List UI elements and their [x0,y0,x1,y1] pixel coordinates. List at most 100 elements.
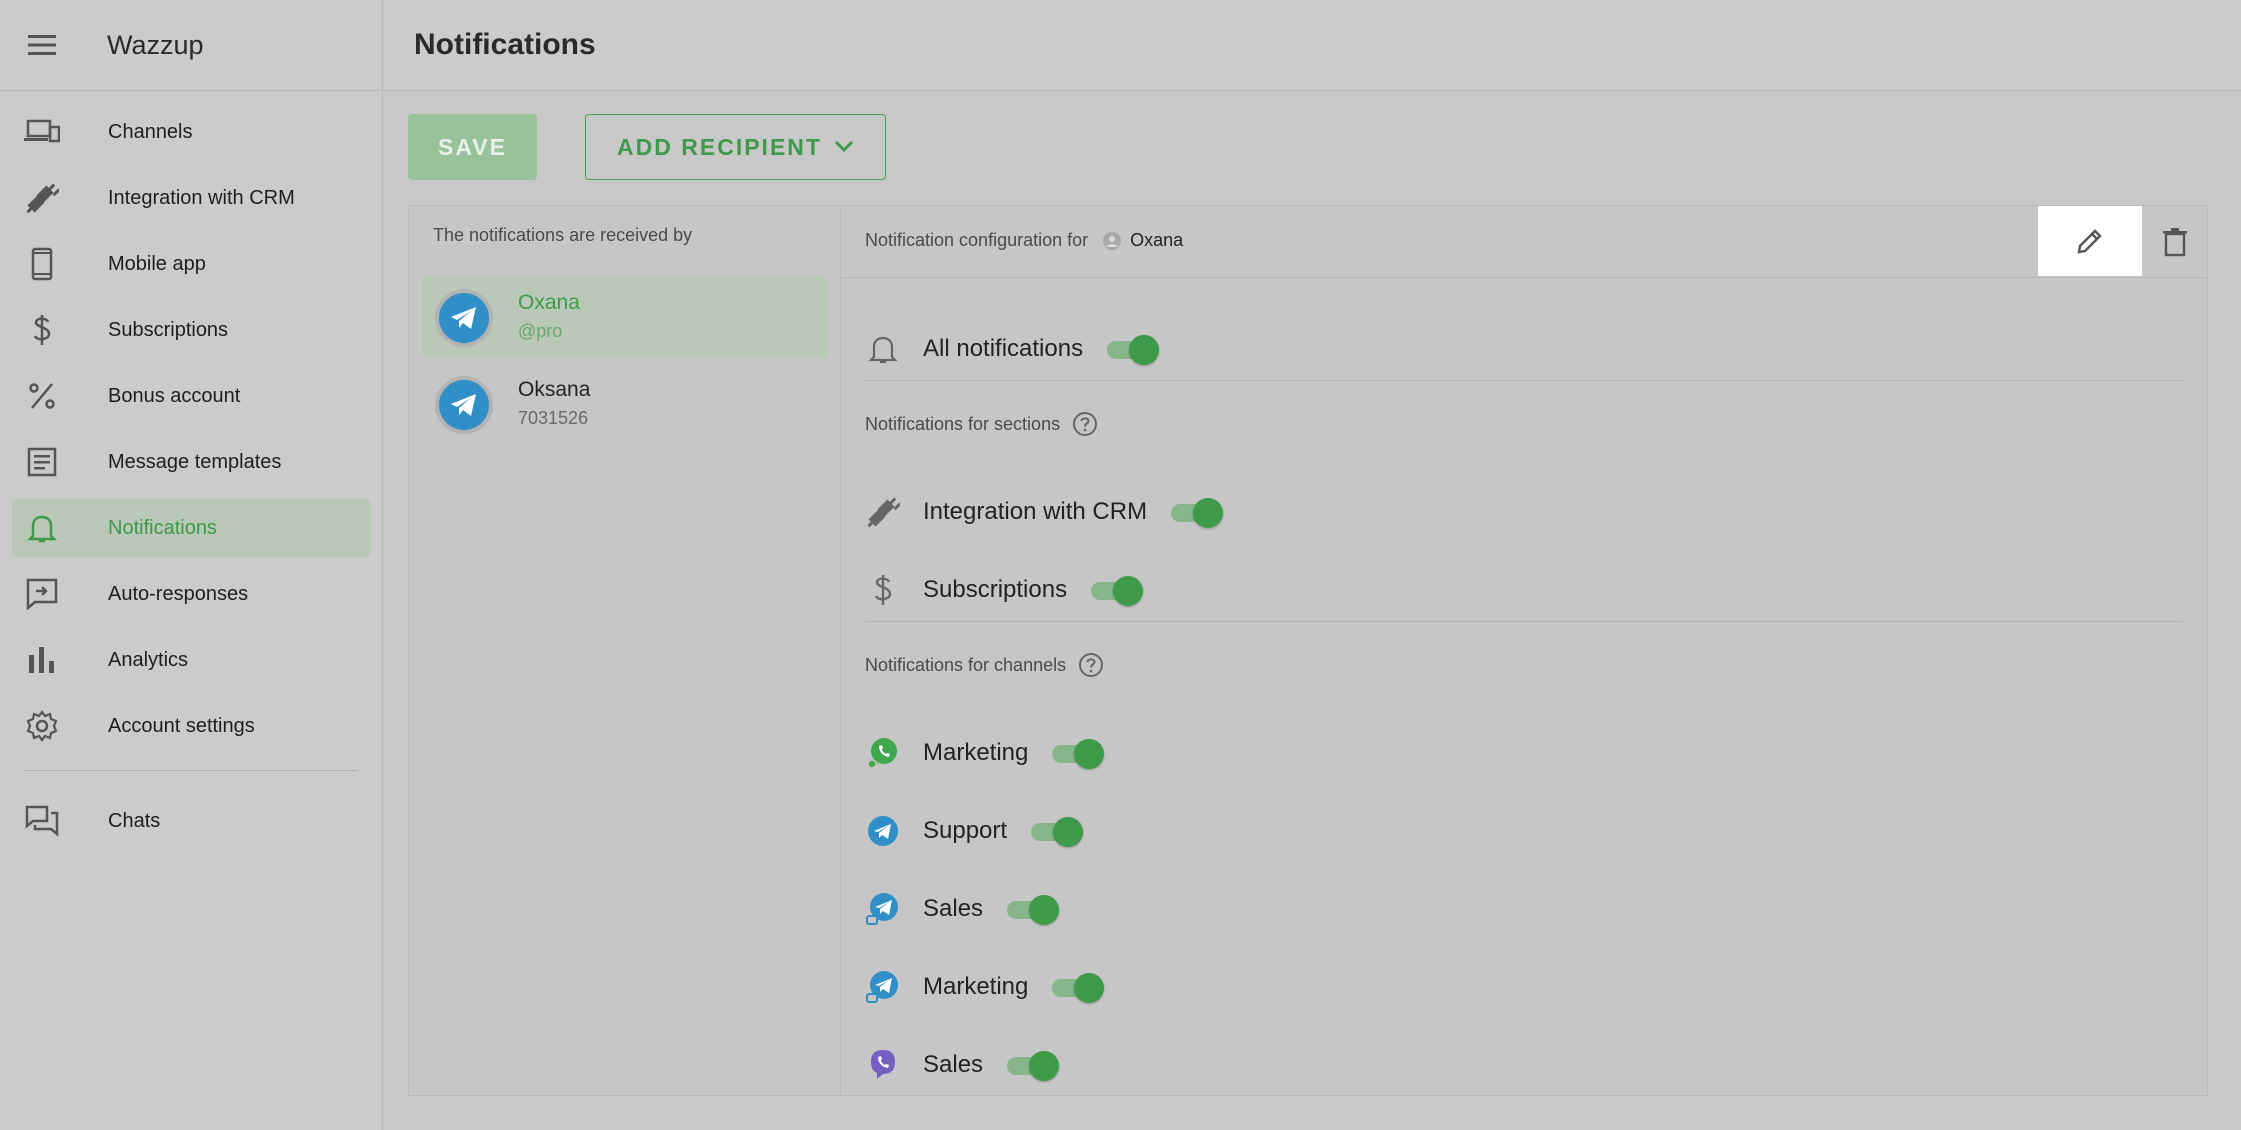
menu-icon[interactable] [27,34,57,56]
sidebar-header: Wazzup [0,0,382,91]
dollar-icon [24,312,60,348]
bell-icon [865,331,901,367]
all-notifications-row: All notifications [865,329,1161,369]
channel-row: Sales [865,1045,1061,1085]
channel-label: Sales [923,1051,984,1078]
sidebar-item-label: Mobile app [108,252,206,275]
recipient-handle: @pro [518,321,563,341]
sidebar-item-label: Subscriptions [108,318,229,341]
sidebar-item-message-templates[interactable]: Message templates [12,432,370,492]
chats-icon [24,803,60,839]
divider [865,621,2183,622]
bell-icon [24,510,60,546]
viber-icon [865,1047,901,1083]
sidebar-item-subscriptions[interactable]: Subscriptions [12,300,370,360]
telegram-personal-icon [865,891,901,927]
edit-button[interactable] [2038,206,2142,276]
channels-title: Notifications for channels [865,654,1067,675]
channel-row: Support [865,811,1085,851]
sidebar-item-notifications[interactable]: Notifications [12,498,370,558]
config-user-name: Oxana [1130,230,1184,250]
sidebar-item-label: Account settings [108,714,255,737]
sidebar-item-integration[interactable]: Integration with CRM [12,168,370,228]
phone-icon [24,246,60,282]
section-row-integration: Integration with CRM [865,492,1225,532]
telegram-personal-icon [865,969,901,1005]
devices-icon [24,114,60,150]
section-label: Integration with CRM [923,498,1148,525]
save-button[interactable]: SAVE [408,114,537,180]
telegram-icon [435,289,493,347]
channel-toggle[interactable] [1048,969,1106,1005]
trash-icon [2163,228,2187,257]
sidebar-item-mobile-app[interactable]: Mobile app [12,234,370,294]
recipient-item-oxana[interactable]: Oxana @pro [422,277,828,358]
channel-toggle[interactable] [1003,1047,1061,1083]
whatsapp-icon [865,735,901,771]
recipient-name: Oxana [518,291,580,314]
add-recipient-label: ADD RECIPIENT [617,133,822,160]
section-row-subscriptions: Subscriptions [865,570,1145,610]
gear-icon [24,708,60,744]
dollar-icon [865,572,901,608]
plug-icon [865,494,901,530]
help-icon[interactable] [1072,411,1098,437]
channel-toggle[interactable] [1003,891,1061,927]
channel-row: Marketing [865,733,1106,773]
channel-label: Marketing [923,973,1029,1000]
chevron-down-icon [834,140,854,153]
channel-row: Marketing [865,967,1106,1007]
sidebar-item-label: Channels [108,120,193,143]
sections-title: Notifications for sections [865,413,1061,434]
app-title: Wazzup [107,29,204,60]
sidebar-divider [24,770,358,771]
sidebar-item-bonus-account[interactable]: Bonus account [12,366,370,426]
channels-heading: Notifications for channels [865,652,1104,678]
config-panel: Notification configuration for Oxana All… [840,205,2208,1096]
section-toggle[interactable] [1167,494,1225,530]
channel-toggle[interactable] [1027,813,1085,849]
top-bar: Notifications [384,0,2241,91]
user-icon [1103,231,1122,250]
recipient-item-oksana[interactable]: Oksana 7031526 [422,364,828,445]
percent-icon [24,378,60,414]
pencil-icon [2077,229,2102,254]
all-notifications-label: All notifications [923,335,1084,362]
telegram-icon [865,813,901,849]
recipient-handle: 7031526 [518,408,589,428]
divider [865,380,2183,381]
recipients-title: The notifications are received by [433,225,693,245]
telegram-icon [435,376,493,434]
sidebar: Wazzup Channels Integration with CRM Mob… [0,0,383,1130]
sidebar-item-label: Chats [108,809,161,832]
sidebar-nav: Channels Integration with CRM Mobile app… [0,91,382,851]
sidebar-item-auto-responses[interactable]: Auto-responses [12,564,370,624]
help-icon[interactable] [1078,652,1104,678]
sidebar-item-label: Analytics [108,648,189,671]
sidebar-item-label: Message templates [108,450,282,473]
sidebar-item-channels[interactable]: Channels [12,102,370,162]
all-notifications-toggle[interactable] [1103,331,1161,367]
config-title: Notification configuration for Oxana [865,230,1183,251]
template-icon [24,444,60,480]
config-title-text: Notification configuration for [865,230,1089,250]
recipients-panel: The notifications are received by Oxana … [408,205,841,1096]
section-toggle[interactable] [1087,572,1145,608]
auto-response-icon [24,576,60,612]
channel-label: Marketing [923,739,1029,766]
add-recipient-button[interactable]: ADD RECIPIENT [585,114,886,180]
sidebar-item-account-settings[interactable]: Account settings [12,696,370,756]
sidebar-item-analytics[interactable]: Analytics [12,630,370,690]
recipient-name: Oksana [518,378,591,401]
delete-button[interactable] [2155,224,2195,260]
plug-icon [24,180,60,216]
sidebar-item-chats[interactable]: Chats [12,791,370,851]
channel-label: Support [923,817,1008,844]
sidebar-item-label: Notifications [108,516,217,539]
channel-row: Sales [865,889,1061,929]
page-title: Notifications [414,28,596,61]
sidebar-item-label: Auto-responses [108,582,249,605]
channel-toggle[interactable] [1048,735,1106,771]
sections-heading: Notifications for sections [865,411,1098,437]
sidebar-item-label: Bonus account [108,384,241,407]
